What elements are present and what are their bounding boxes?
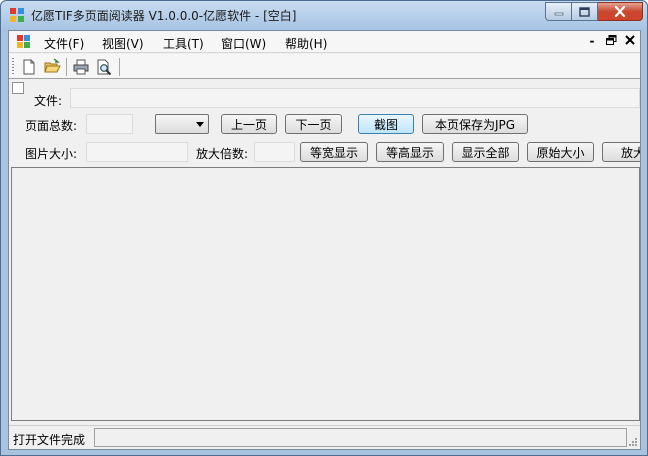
title-bar[interactable]: 亿愿TIF多页面阅读器 V1.0.0.0-亿愿软件 - [空白] <box>1 1 647 29</box>
image-viewer[interactable] <box>11 167 640 421</box>
mdi-minimize-button[interactable]: - <box>585 34 599 48</box>
close-icon <box>625 35 635 45</box>
toolbar-separator <box>66 58 67 76</box>
maximize-icon <box>579 6 590 17</box>
page-select[interactable] <box>155 114 209 134</box>
new-document-icon[interactable] <box>20 58 38 76</box>
show-all-button[interactable]: 显示全部 <box>452 142 519 162</box>
control-panel: 文件: 页面总数: 上一页 下一页 截图 本页保存为JPG 图片大小: 放大倍数… <box>9 80 640 166</box>
menu-tools[interactable]: 工具(T) <box>163 35 204 52</box>
window-title: 亿愿TIF多页面阅读器 V1.0.0.0-亿愿软件 - [空白] <box>31 9 297 23</box>
minimize-icon <box>554 12 563 15</box>
next-page-button[interactable]: 下一页 <box>285 114 342 134</box>
total-pages-label: 页面总数: <box>25 119 78 133</box>
menu-view[interactable]: 视图(V) <box>102 35 144 52</box>
menu-help[interactable]: 帮助(H) <box>285 35 327 52</box>
screenshot-button[interactable]: 截图 <box>358 114 414 134</box>
zoom-label: 放大倍数: <box>196 147 249 161</box>
close-button[interactable] <box>598 2 643 21</box>
restore-icon <box>605 35 616 45</box>
mdi-restore-button[interactable] <box>604 34 618 48</box>
mdi-document-icon[interactable] <box>17 35 31 49</box>
mdi-close-button[interactable] <box>623 34 637 48</box>
status-bar: 打开文件完成 <box>9 425 640 449</box>
minimize-button[interactable] <box>545 2 572 21</box>
original-size-button[interactable]: 原始大小 <box>527 142 594 162</box>
status-text: 打开文件完成 <box>13 433 86 447</box>
close-icon <box>614 6 626 17</box>
menu-bar: 文件(F) 视图(V) 工具(T) 窗口(W) 帮助(H) - <box>9 31 640 53</box>
maximize-button[interactable] <box>572 2 598 21</box>
prev-page-button[interactable]: 上一页 <box>221 114 277 134</box>
open-folder-icon[interactable] <box>43 58 61 76</box>
print-preview-icon[interactable] <box>95 58 113 76</box>
print-icon[interactable] <box>72 58 90 76</box>
menu-file[interactable]: 文件(F) <box>44 35 84 52</box>
image-size-label: 图片大小: <box>25 147 78 161</box>
toolbar-grip[interactable] <box>12 58 14 75</box>
caption-buttons <box>545 2 643 21</box>
resize-grip-icon[interactable] <box>628 437 638 447</box>
zoom-field[interactable] <box>254 142 295 162</box>
panel-checkbox[interactable] <box>12 82 24 94</box>
total-pages-field[interactable] <box>86 114 133 134</box>
status-panel <box>94 428 627 447</box>
app-window: 亿愿TIF多页面阅读器 V1.0.0.0-亿愿软件 - [空白] 文件(F) 视… <box>0 0 648 456</box>
file-label: 文件: <box>34 94 63 108</box>
toolbar <box>9 54 640 79</box>
client-area: 文件(F) 视图(V) 工具(T) 窗口(W) 帮助(H) - 文件: 页面总数… <box>8 30 641 450</box>
fit-width-button[interactable]: 等宽显示 <box>300 142 368 162</box>
app-icon[interactable] <box>9 7 25 23</box>
menu-window[interactable]: 窗口(W) <box>221 35 266 52</box>
image-size-field[interactable] <box>86 142 188 162</box>
save-jpg-button[interactable]: 本页保存为JPG <box>422 114 528 134</box>
fit-height-button[interactable]: 等高显示 <box>376 142 444 162</box>
toolbar-separator <box>119 58 120 76</box>
file-path-field[interactable] <box>70 88 640 108</box>
zoom-in-button[interactable]: 放大 <box>602 142 640 162</box>
chevron-down-icon <box>196 122 204 127</box>
